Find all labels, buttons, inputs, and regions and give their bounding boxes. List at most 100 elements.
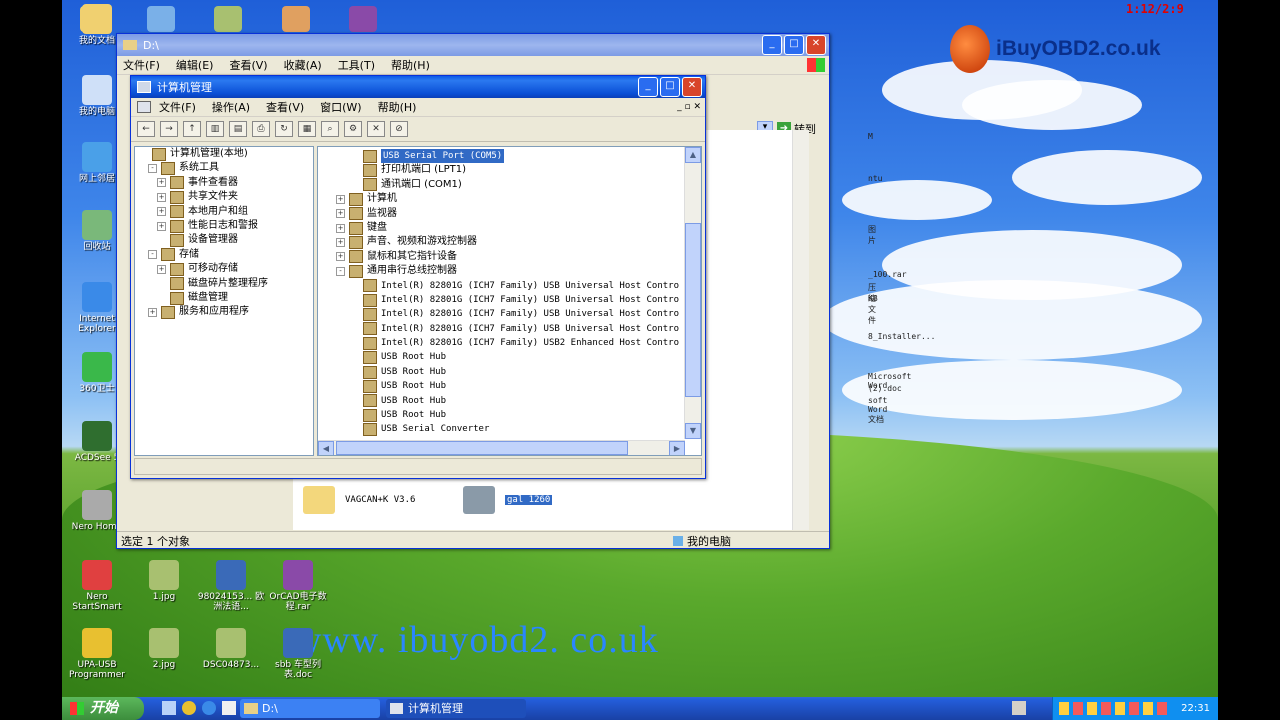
cm-menu-window[interactable]: 窗口(W) <box>320 99 361 115</box>
tree-node[interactable]: + 可移动存储 <box>135 262 313 276</box>
device-horizontal-scrollbar[interactable]: ◀ ▶ <box>318 440 685 455</box>
tree-node[interactable]: 计算机管理(本地) <box>135 147 313 161</box>
device-node[interactable]: USB Root Hub <box>318 408 685 422</box>
file-item-text[interactable]: ntu <box>868 174 882 183</box>
device-node[interactable]: - 通用串行总线控制器 <box>318 264 685 278</box>
menu-favorites[interactable]: 收藏(A) <box>284 57 322 73</box>
export-icon[interactable]: ▦ <box>298 121 316 137</box>
cm-menu-help[interactable]: 帮助(H) <box>378 99 417 115</box>
scroll-left-icon[interactable]: ◀ <box>318 441 334 455</box>
cm-menu-file[interactable]: 文件(F) <box>159 99 196 115</box>
device-vertical-scrollbar[interactable]: ▲ ▼ <box>684 147 701 439</box>
folder-item-gal[interactable]: gal 1260 <box>463 486 553 514</box>
ie-icon[interactable] <box>202 701 216 715</box>
tree-node[interactable]: + 本地用户和组 <box>135 205 313 219</box>
scroll-right-icon[interactable]: ▶ <box>669 441 685 455</box>
tree-node[interactable]: + 事件查看器 <box>135 176 313 190</box>
forward-icon[interactable]: → <box>160 121 178 137</box>
scroll-thumb[interactable] <box>685 223 701 397</box>
close-button[interactable]: ✕ <box>806 35 826 55</box>
expand-icon[interactable]: + <box>336 223 345 233</box>
tree-node[interactable]: - 存储 <box>135 248 313 262</box>
clock[interactable]: 22:31 <box>1181 697 1210 720</box>
menu-file[interactable]: 文件(F) <box>123 57 160 73</box>
desktop-icon[interactable]: 98024153... 欧洲法语... <box>196 560 266 612</box>
device-node[interactable]: 打印机端口 (LPT1) <box>318 163 685 178</box>
print-icon[interactable]: ⎙ <box>252 121 270 137</box>
desktop-icon[interactable]: 1.jpg <box>129 560 199 602</box>
device-node[interactable]: Intel(R) 82801G (ICH7 Family) USB Univer… <box>318 279 685 293</box>
file-item-text[interactable]: KB <box>868 294 878 303</box>
expand-icon[interactable]: + <box>148 307 157 317</box>
device-node[interactable]: Intel(R) 82801G (ICH7 Family) USB Univer… <box>318 307 685 321</box>
expand-icon[interactable]: + <box>336 252 345 262</box>
expand-icon[interactable]: + <box>336 209 345 219</box>
collapse-icon[interactable]: - <box>336 266 345 276</box>
desktop-icon[interactable]: UPA-USB Programmer <box>62 628 132 680</box>
device-node[interactable]: USB Root Hub <box>318 379 685 393</box>
collapse-icon[interactable]: - <box>148 250 157 260</box>
desktop-icon[interactable]: DSC04873... <box>196 628 266 670</box>
tree-node[interactable]: 磁盘碎片整理程序 <box>135 277 313 291</box>
tree-node[interactable]: + 服务和应用程序 <box>135 305 313 319</box>
tree-node[interactable]: 设备管理器 <box>135 233 313 248</box>
language-indicator-icon[interactable] <box>1012 701 1026 715</box>
expand-icon[interactable]: + <box>157 192 166 202</box>
media-player-icon[interactable] <box>222 701 236 715</box>
back-icon[interactable]: ← <box>137 121 155 137</box>
desktop-icon[interactable]: 2.jpg <box>129 628 199 670</box>
device-node[interactable]: Intel(R) 82801G (ICH7 Family) USB Univer… <box>318 322 685 336</box>
expand-icon[interactable]: + <box>157 178 166 188</box>
file-item-text[interactable]: (2).doc <box>868 384 902 393</box>
scan-hardware-icon[interactable]: ⌕ <box>321 121 339 137</box>
file-item-text[interactable]: 8_Installer... <box>868 332 935 341</box>
uninstall-device-icon[interactable]: ⊘ <box>390 121 408 137</box>
desktop-icon[interactable]: Nero StartSmart <box>62 560 132 612</box>
menu-edit[interactable]: 编辑(E) <box>176 57 214 73</box>
scroll-down-icon[interactable]: ▼ <box>685 423 701 439</box>
device-node[interactable]: USB Serial Converter <box>318 422 685 437</box>
device-node[interactable]: + 声音、视频和游戏控制器 <box>318 235 685 250</box>
rabbit-icon[interactable] <box>282 6 310 32</box>
expand-icon[interactable]: + <box>157 264 166 274</box>
device-node[interactable]: USB Root Hub <box>318 365 685 379</box>
close-button[interactable]: ✕ <box>682 77 702 97</box>
device-node[interactable]: Intel(R) 82801G (ICH7 Family) USB Univer… <box>318 293 685 307</box>
explorer-titlebar[interactable]: D:\ _ □ ✕ <box>117 34 829 56</box>
device-node[interactable]: USB Serial Port (COM5) <box>318 149 685 164</box>
task-explorer[interactable]: D:\ <box>240 699 380 718</box>
maximize-button[interactable]: □ <box>784 35 804 55</box>
expand-icon[interactable]: + <box>336 194 345 204</box>
cm-menu-action[interactable]: 操作(A) <box>212 99 250 115</box>
device-node[interactable]: + 鼠标和其它指针设备 <box>318 250 685 264</box>
expand-icon[interactable]: + <box>157 221 166 231</box>
device-node[interactable]: USB Root Hub <box>318 394 685 408</box>
maximize-button[interactable]: □ <box>660 77 680 97</box>
desktop-icon[interactable]: sbb 车型列表.doc <box>263 628 333 680</box>
device-node[interactable]: + 计算机 <box>318 192 685 206</box>
tree-node[interactable]: + 性能日志和警报 <box>135 219 313 233</box>
cm-titlebar[interactable]: 计算机管理 _ □ ✕ <box>131 76 705 98</box>
tree-node[interactable]: 磁盘管理 <box>135 291 313 305</box>
menu-view[interactable]: 查看(V) <box>229 57 267 73</box>
refresh-icon[interactable]: ↻ <box>275 121 293 137</box>
tree-node[interactable]: + 共享文件夹 <box>135 190 313 204</box>
jpg-file-icon[interactable] <box>214 6 242 32</box>
file-item-text[interactable]: 图片 <box>868 224 876 246</box>
file-item-text[interactable]: soft Word 文档 <box>868 396 887 425</box>
explorer-scrollbar[interactable] <box>792 130 809 530</box>
show-desktop-icon[interactable] <box>162 701 176 715</box>
mdi-buttons[interactable]: _ ▫ ✕ <box>677 102 701 112</box>
folder-item-vagcan[interactable]: VAGCAN+K V3.6 <box>303 486 415 514</box>
start-button[interactable]: 开始 <box>62 697 144 720</box>
tree-node[interactable]: - 系统工具 <box>135 161 313 176</box>
file-item-text[interactable]: _100.rar <box>868 270 907 279</box>
task-computer-management[interactable]: 计算机管理 <box>386 699 526 718</box>
properties-icon[interactable]: ▤ <box>229 121 247 137</box>
device-node[interactable]: + 监视器 <box>318 207 685 221</box>
device-node[interactable]: + 键盘 <box>318 221 685 235</box>
update-driver-icon[interactable]: ⚙ <box>344 121 362 137</box>
device-node[interactable]: Intel(R) 82801G (ICH7 Family) USB2 Enhan… <box>318 336 685 350</box>
search-icon[interactable] <box>147 6 175 32</box>
cm-menu-view[interactable]: 查看(V) <box>266 99 304 115</box>
